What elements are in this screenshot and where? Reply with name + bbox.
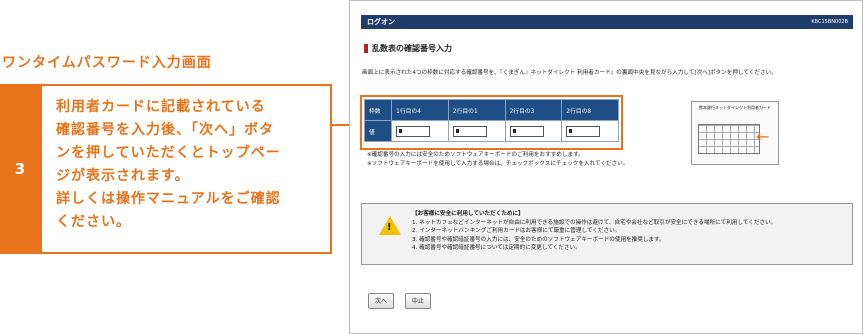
heading-marker xyxy=(364,44,368,53)
card-title: 熊本銀行ネットダイレクト利用者カード xyxy=(699,105,771,110)
value-label: 値 xyxy=(363,120,393,142)
code-cell xyxy=(504,120,563,142)
warning-line: 4. 確認番号や確認暗証番号については定期的に変更してください。 xyxy=(412,245,581,251)
header-cell: 2行目の3 xyxy=(504,99,563,121)
user-card-image: 熊本銀行ネットダイレクト利用者カード ← xyxy=(691,101,779,165)
header-cell: 枠数 xyxy=(363,99,393,121)
warning-text: 【お客様に安全に利用していただくために】 1. ネットカフェなどインターネットが… xyxy=(412,210,848,253)
titlebar: ログオン KBC15BN002B xyxy=(361,15,853,29)
code-input-4[interactable] xyxy=(566,125,601,137)
table-input-row: 値 xyxy=(363,120,619,142)
guide-title: ワンタイムパスワード入力画面 xyxy=(2,55,212,71)
warning-line: 1. ネットカフェなどインターネットが自由に利用できる施設での操作は避けて、自宅… xyxy=(412,219,777,226)
instruction-text: 画面上に表示された4つの枠数に対応する確認番号を、『くまぎん』ネットダイレクト … xyxy=(362,70,777,76)
step-line: ジが表示されます。 xyxy=(56,168,190,184)
screen-id: KBC15BN002B xyxy=(811,19,848,25)
warning-line: 2. インターネットバンキングご利用カードはお客様にて厳重に管理してください。 xyxy=(412,228,621,234)
code-input-3[interactable] xyxy=(509,125,544,137)
table-header-row: 枠数 1行目の4 2行目の1 2行目の3 2行目の8 xyxy=(363,99,619,121)
next-button[interactable]: 次へ xyxy=(368,293,395,309)
notes: ※確認番号の入力には安全のためソフトウェアキーボードのご利用をおすすめします。 … xyxy=(367,151,697,169)
warning-icon: ! xyxy=(379,216,401,235)
code-input-2[interactable] xyxy=(452,125,487,137)
header-cell: 2行目の8 xyxy=(561,99,619,121)
step-line: 詳しくは操作マニュアルをご確認 xyxy=(56,191,281,207)
step-number: 3 xyxy=(0,84,40,254)
window-title: ログオン xyxy=(367,18,395,26)
security-warning-box: ! 【お客様に安全に利用していただくために】 1. ネットカフェなどインターネッ… xyxy=(361,203,853,265)
header-cell: 2行目の1 xyxy=(447,99,506,121)
arrow-left-icon: ← xyxy=(756,127,770,146)
header-cell: 1行目の4 xyxy=(391,99,449,121)
code-cell xyxy=(561,120,619,142)
card-grid-icon xyxy=(698,124,760,154)
step-line: 確認番号を入力後、「次へ」ボタ xyxy=(56,122,274,138)
warning-line: 3. 確認番号や確認暗証番号の入力には、安全のためのソフトウェアキーボードの使用… xyxy=(412,236,665,243)
section-heading-text: 乱数表の確認番号入力 xyxy=(372,44,452,53)
screenshot-frame: ログオン KBC15BN002B 乱数表の確認番号入力 画面上に表示された4つの… xyxy=(349,0,863,334)
step-description: 利用者カードに記載されている 確認番号を入力後、「次へ」ボタ ンを押していただく… xyxy=(40,84,332,254)
step-line: 利用者カードに記載されている xyxy=(56,99,266,115)
note-line: ※確認番号の入力には安全のためソフトウェアキーボードのご利用をおすすめします。 xyxy=(367,152,584,158)
code-input-1[interactable] xyxy=(396,125,431,137)
code-cell xyxy=(391,120,449,142)
note-line: ※ソフトウェアキーボードを使用して入力する場合は、チェックボックスにチェックを入… xyxy=(367,161,629,167)
code-entry-table: 枠数 1行目の4 2行目の1 2行目の3 2行目の8 値 xyxy=(363,99,619,142)
step-line: ンを押していただくとトップペー xyxy=(56,145,281,161)
section-heading: 乱数表の確認番号入力 xyxy=(364,43,452,54)
code-cell xyxy=(447,120,506,142)
warning-heading: 【お客様に安全に利用していただくために】 xyxy=(412,211,524,217)
cancel-button[interactable]: 中止 xyxy=(405,293,432,309)
step-line: ください。 xyxy=(56,214,131,230)
